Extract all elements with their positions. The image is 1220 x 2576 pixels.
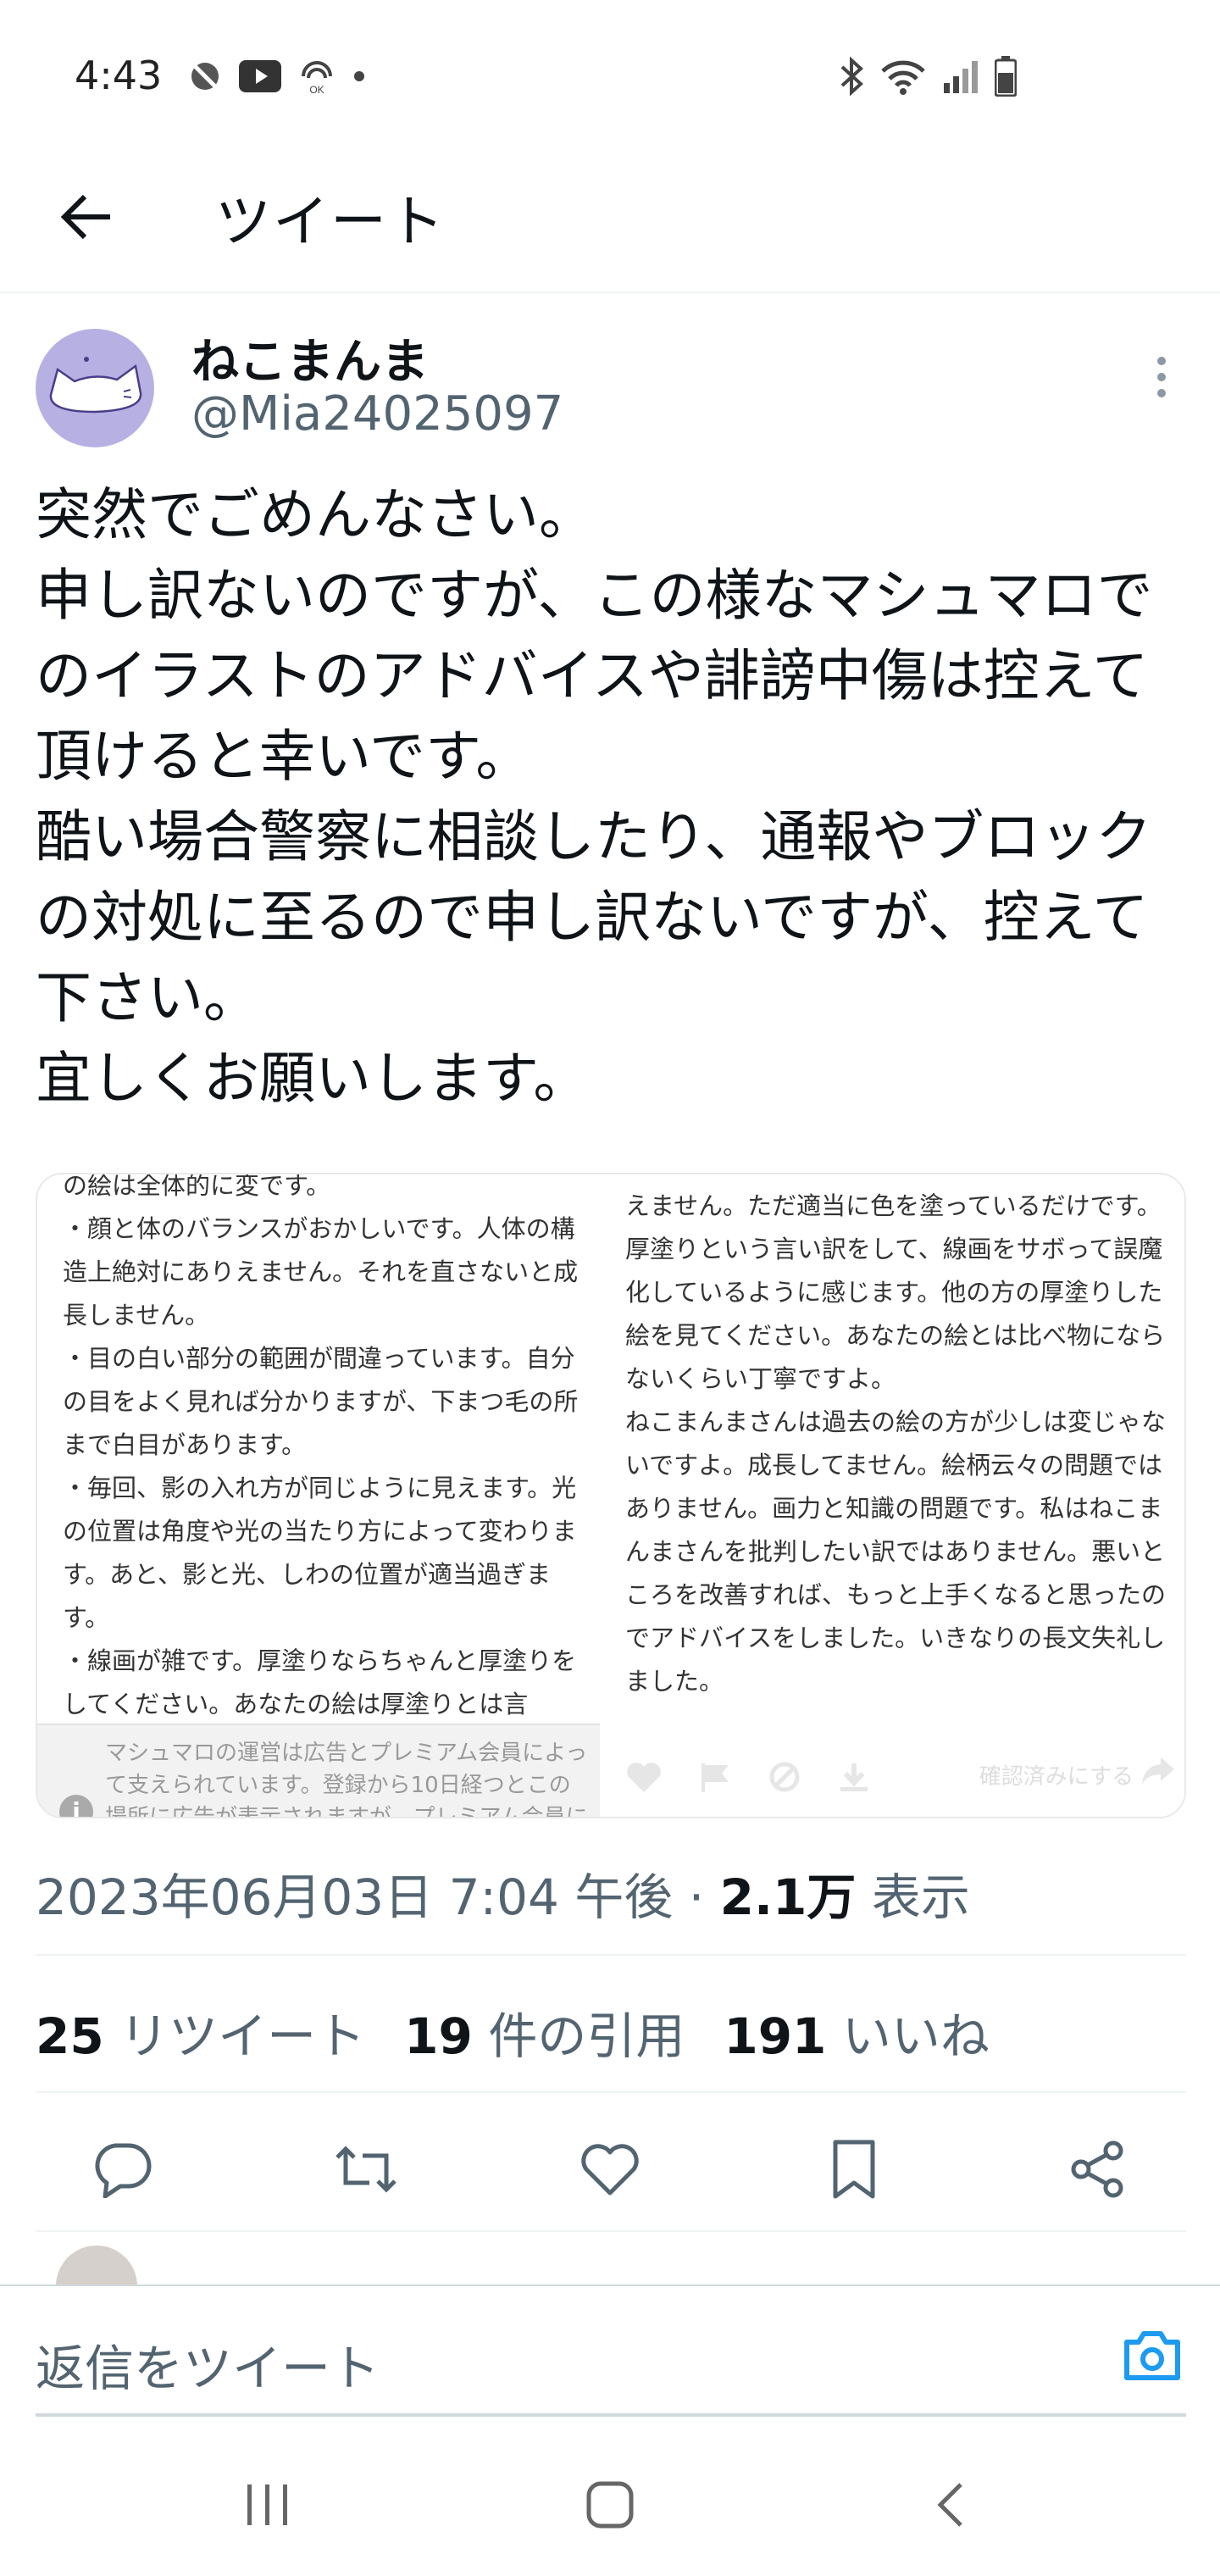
- tweet-meta: 2023年06月03日 7:04 午後 · 2.1万 表示: [36, 1857, 970, 1929]
- tweet-media[interactable]: の絵は全体的に変です。 ・顔と体のバランスがおかしいです。人体の構造上絶対にあり…: [36, 1173, 1186, 1818]
- retweet-icon: [336, 2146, 396, 2193]
- share-icon: [1071, 2140, 1123, 2198]
- bluetooth-icon: [840, 57, 863, 96]
- youtube-icon: [239, 60, 281, 92]
- tweet-timestamp: 2023年06月03日 7:04 午後: [36, 1868, 674, 1926]
- download-icon: [840, 1763, 868, 1791]
- status-time: 4:43: [75, 53, 163, 98]
- quotes-label: 件の引用: [488, 2007, 685, 2065]
- quotes-count: 19: [404, 2007, 473, 2065]
- retweets-stat[interactable]: 25 リツイート: [36, 1996, 365, 2068]
- heart-outline-icon: [581, 2144, 639, 2196]
- battery-icon: [995, 56, 1017, 97]
- cat-avatar-icon: [49, 357, 142, 414]
- media-image-right[interactable]: えません。ただ適当に色を塗っているだけです。厚塗りという言い訳をして、線画をサボ…: [605, 1174, 1184, 1817]
- camera-icon: [1124, 2331, 1180, 2380]
- divider: [36, 2091, 1186, 2093]
- wifi-icon: [881, 60, 925, 95]
- svg-text:OK: OK: [309, 84, 324, 95]
- signal-icon: [944, 61, 978, 93]
- chevron-left-icon: [937, 2483, 962, 2527]
- home-icon: [586, 2481, 634, 2529]
- media-image-left[interactable]: の絵は全体的に変です。 ・顔と体のバランスがおかしいです。人体の構造上絶対にあり…: [37, 1174, 605, 1817]
- camera-button[interactable]: [1120, 2323, 1184, 2388]
- bookmark-icon: [833, 2140, 875, 2199]
- divider: [36, 2230, 1186, 2232]
- likes-label: いいね: [841, 2007, 990, 2065]
- display-name[interactable]: ねこまんま: [191, 324, 429, 392]
- retweets-label: リツイート: [119, 2007, 366, 2065]
- like-button[interactable]: [576, 2135, 644, 2203]
- tweet-text: 突然でごめんなさい。 申し訳ないのですが、この様なマシュマロでのイラストのアドバ…: [36, 482, 1153, 1111]
- media-left-footer: マシュマロの運営は広告とプレミアム会員によって支えられています。登録から10日経…: [37, 1724, 600, 1817]
- home-button[interactable]: [576, 2471, 644, 2539]
- system-nav-bar: [0, 2429, 1220, 2576]
- arrow-left-icon: [60, 194, 110, 240]
- more-options-button[interactable]: [1149, 356, 1174, 398]
- tweet-actions: [0, 2118, 1220, 2212]
- reply-avatar: [56, 2246, 137, 2288]
- no-disturb-icon: [191, 63, 219, 90]
- likes-stat[interactable]: 191 いいね: [724, 1996, 990, 2068]
- media-left-text: の絵は全体的に変です。 ・顔と体のバランスがおかしいです。人体の構造上絶対にあり…: [63, 1174, 579, 1718]
- user-handle[interactable]: @Mia24025097: [191, 386, 563, 441]
- reply-input[interactable]: 返信をツイート: [36, 2329, 380, 2400]
- status-bar: 4:43 OK: [0, 0, 1220, 153]
- media-right-text: えません。ただ適当に色を塗っているだけです。厚塗りという言い訳をして、線画をサボ…: [625, 1191, 1167, 1696]
- dot-icon: [354, 71, 364, 81]
- bookmark-button[interactable]: [820, 2135, 888, 2203]
- back-button[interactable]: [56, 186, 117, 247]
- views-label: 表示: [871, 1868, 970, 1926]
- reply-button[interactable]: [88, 2135, 156, 2203]
- recent-apps-icon: [247, 2484, 287, 2525]
- app-header: ツイート: [0, 153, 1220, 293]
- next-reply-peek[interactable]: [0, 2237, 1220, 2288]
- ok-google-icon: OK: [302, 61, 332, 95]
- tweet-stats: 25 リツイート 19 件の引用 191 いいね: [36, 1996, 990, 2068]
- avatar[interactable]: [36, 329, 154, 447]
- page-title: ツイート: [215, 189, 446, 254]
- share-button[interactable]: [1064, 2135, 1132, 2203]
- likes-count: 191: [724, 2007, 827, 2065]
- reply-bar: 返信をツイート: [0, 2285, 1220, 2429]
- system-back-button[interactable]: [917, 2471, 984, 2539]
- heart-icon: [627, 1763, 661, 1792]
- quotes-stat[interactable]: 19 件の引用: [404, 1996, 685, 2068]
- forward-arrow-icon: [1142, 1757, 1174, 1785]
- meta-separator: ·: [688, 1868, 720, 1926]
- views-count: 2.1万: [719, 1868, 857, 1926]
- reply-underline: [36, 2413, 1186, 2417]
- more-vertical-icon: [1157, 357, 1166, 397]
- retweets-count: 25: [36, 2007, 104, 2065]
- comment-icon: [95, 2143, 152, 2198]
- block-icon: [769, 1762, 800, 1792]
- flag-icon: [702, 1763, 729, 1792]
- recent-apps-button[interactable]: [234, 2471, 302, 2539]
- retweet-button[interactable]: [332, 2135, 400, 2203]
- confirm-label: 確認済みにする: [979, 1764, 1134, 1790]
- divider: [36, 1954, 1186, 1956]
